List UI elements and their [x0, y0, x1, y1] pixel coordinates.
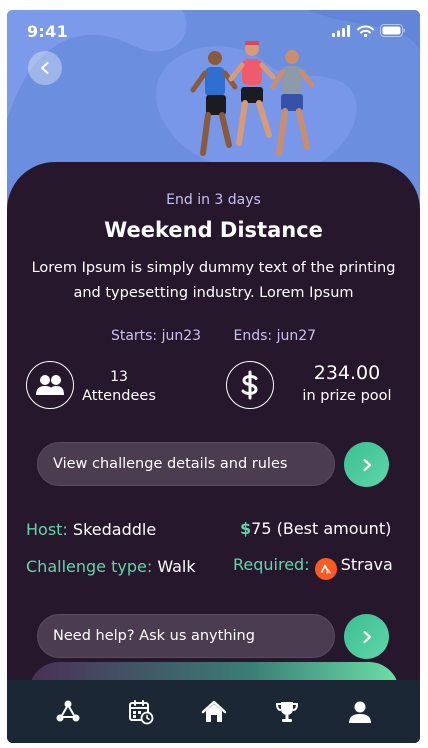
start-date: Starts: jun23 — [110, 328, 202, 344]
challenge-card: End in 3 days Weekend Distance Lorem Ips… — [7, 162, 420, 743]
nav-profile[interactable] — [340, 692, 380, 732]
trophy-icon — [275, 701, 298, 722]
host-row: Host: Skedaddle — [26, 520, 156, 539]
nav-trophy[interactable] — [267, 692, 307, 732]
attendees-label: Attendees — [82, 388, 156, 404]
best-amount-row: $75 (Best amount) — [240, 519, 391, 538]
home-icon — [201, 700, 226, 722]
prize-stat: 234.00 in prize pool — [297, 361, 397, 407]
attendees-stat: 13 Attendees — [77, 368, 161, 406]
required-label: Required: — [233, 555, 310, 574]
challenge-dates: Starts: jun23 Ends: jun27 — [7, 328, 420, 344]
wifi-icon — [357, 25, 374, 37]
best-amount: 75 — [251, 519, 272, 538]
community-icon — [56, 700, 79, 721]
best-currency: $ — [240, 519, 252, 538]
nav-calendar[interactable] — [121, 692, 161, 732]
runners-photo — [190, 41, 315, 156]
nav-community[interactable] — [48, 692, 88, 732]
battery-icon — [380, 24, 405, 37]
nav-home[interactable] — [194, 692, 234, 732]
calendar-icon — [128, 699, 153, 724]
chevron-right-icon — [362, 630, 371, 643]
challenge-details-button[interactable]: View challenge details and rules — [37, 442, 335, 486]
chevron-left-icon — [41, 62, 49, 74]
people-icon — [36, 375, 64, 395]
challenge-title: Weekend Distance — [104, 218, 323, 242]
challenge-details-label: View challenge details and rules — [53, 456, 288, 472]
required-value: Strava — [340, 555, 393, 574]
help-label: Need help? Ask us anything — [53, 628, 255, 644]
chevron-right-icon — [362, 458, 371, 471]
challenge-description: Lorem Ipsum is simply dummy text of the … — [31, 260, 396, 301]
back-button[interactable] — [28, 51, 62, 85]
signal-icon — [332, 24, 350, 37]
end-date: Ends: jun27 — [233, 328, 317, 344]
challenge-type-label: Challenge type: — [26, 557, 153, 576]
help-button[interactable]: Need help? Ask us anything — [37, 614, 335, 658]
help-go-button[interactable] — [344, 614, 389, 659]
best-amount-label: (Best amount) — [276, 519, 392, 538]
attendees-icon-circle — [26, 361, 74, 409]
phone-screen: 9:41 End in 3 days Weekend Distance Lore… — [7, 10, 420, 743]
ends-in-label: End in 3 days — [166, 192, 261, 208]
bottom-nav — [7, 680, 420, 743]
profile-icon — [348, 701, 371, 723]
required-row: Required: Strava — [233, 555, 393, 580]
strava-icon — [314, 558, 337, 580]
attendees-count: 13 — [110, 369, 128, 385]
prize-label: in prize pool — [302, 388, 392, 404]
prize-icon-circle — [226, 361, 274, 409]
dollar-icon — [241, 370, 258, 400]
challenge-type-row: Challenge type: Walk — [26, 557, 196, 576]
challenge-details-go-button[interactable] — [344, 442, 389, 487]
host-label: Host: — [26, 520, 68, 539]
challenge-type-value: Walk — [157, 557, 196, 576]
status-time: 9:41 — [27, 22, 68, 41]
prize-amount: 234.00 — [313, 362, 381, 384]
status-icons — [332, 24, 406, 37]
host-value: Skedaddle — [72, 520, 157, 539]
